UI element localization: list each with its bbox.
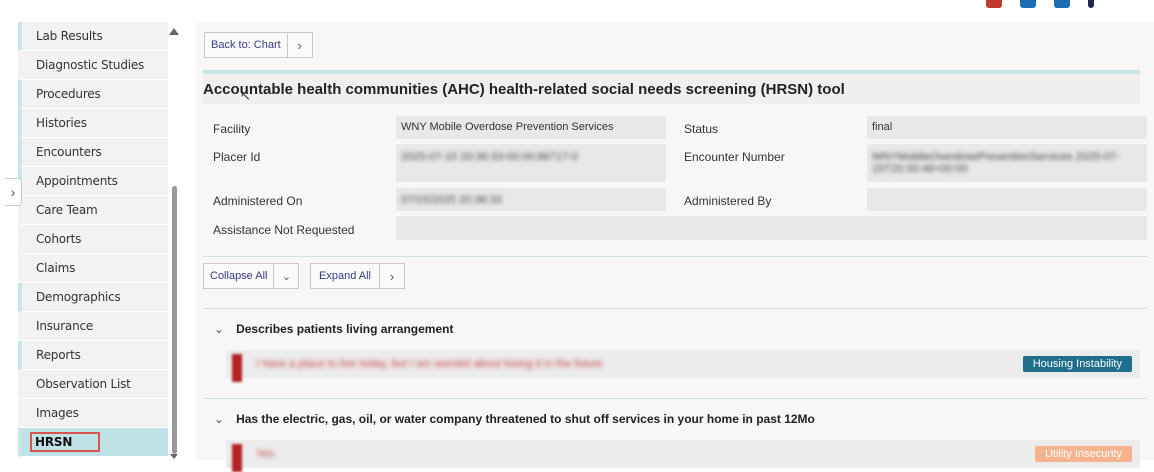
sidebar-item-claims[interactable]: Claims bbox=[18, 254, 168, 283]
housing-instability-badge: Housing Instability bbox=[1022, 356, 1132, 372]
sidebar-item-diagnostic-studies[interactable]: Diagnostic Studies bbox=[18, 51, 168, 80]
answer-text: I have a place to live today, but I am w… bbox=[256, 358, 603, 370]
expand-all-label: Expand All bbox=[311, 264, 380, 288]
answer-row: I have a place to live today, but I am w… bbox=[226, 350, 1140, 382]
sidebar-toggle-button[interactable]: › bbox=[5, 178, 22, 206]
sidebar-item-images[interactable]: Images bbox=[18, 399, 168, 428]
sidebar-item-reports[interactable]: Reports bbox=[18, 341, 168, 370]
sidebar-item-histories[interactable]: Histories bbox=[18, 109, 168, 138]
sidebar-scrollbar-thumb[interactable] bbox=[172, 186, 177, 454]
sidebar-item-label: Observation List bbox=[36, 377, 131, 391]
encounter-number-text: WNYMobileOverdosePreventionServices 2025… bbox=[872, 151, 1120, 175]
app-icon-3[interactable] bbox=[1054, 0, 1070, 8]
chevron-down-icon: ⌄ bbox=[214, 322, 225, 336]
divider bbox=[203, 398, 1147, 399]
sidebar-item-insurance[interactable]: Insurance bbox=[18, 312, 168, 341]
app-icon-2[interactable] bbox=[1020, 0, 1036, 8]
sidebar-item-care-team[interactable]: Care Team bbox=[18, 196, 168, 225]
app-icon-1[interactable] bbox=[986, 0, 1002, 8]
sidebar-item-lab-results[interactable]: Lab Results bbox=[18, 22, 168, 51]
facility-value: WNY Mobile Overdose Prevention Services bbox=[396, 116, 666, 139]
sidebar-item-label: Lab Results bbox=[36, 29, 103, 43]
main-panel: Back to: Chart › Accountable health comm… bbox=[196, 22, 1154, 472]
sidebar-item-demographics[interactable]: Demographics bbox=[18, 283, 168, 312]
mouse-cursor-icon: ↖ bbox=[240, 88, 251, 103]
sidebar-item-label: Insurance bbox=[36, 319, 94, 333]
sidebar-item-label: Procedures bbox=[36, 87, 101, 101]
page-title-text: Accountable health communities (AHC) hea… bbox=[203, 80, 845, 98]
back-button-label: Back to: Chart bbox=[205, 33, 288, 57]
sidebar-item-label: Histories bbox=[36, 116, 87, 130]
sidebar-item-hrsn[interactable]: HRSN bbox=[18, 428, 168, 457]
sidebar-item-label: HRSN bbox=[30, 432, 101, 452]
assistance-not-requested-label: Assistance Not Requested bbox=[213, 223, 355, 237]
divider bbox=[203, 308, 1147, 309]
divider bbox=[203, 256, 1147, 257]
sidebar-item-label: Images bbox=[36, 406, 79, 420]
answer-row: Yes Utility Insecurity bbox=[226, 440, 1140, 472]
sidebar-item-encounters[interactable]: Encounters bbox=[18, 138, 168, 167]
encounter-number-value: WNYMobileOverdosePreventionServices 2025… bbox=[867, 144, 1147, 182]
chevron-right-icon: › bbox=[297, 37, 302, 53]
chevron-down-icon: ⌄ bbox=[214, 412, 225, 426]
question-header[interactable]: ⌄ Has the electric, gas, oil, or water c… bbox=[214, 412, 815, 426]
question-title: Describes patients living arrangement bbox=[236, 322, 454, 336]
back-to-chart-button[interactable]: Back to: Chart › bbox=[204, 32, 313, 58]
assistance-not-requested-value bbox=[396, 216, 1147, 240]
answer-text: Yes bbox=[256, 448, 274, 460]
sidebar-item-label: Encounters bbox=[36, 145, 102, 159]
answer-marker bbox=[232, 354, 242, 382]
placer-id-text: 2025-07-15 20:36:33-00:00:86717-0 bbox=[401, 151, 578, 163]
sidebar-item-label: Care Team bbox=[36, 203, 98, 217]
administered-on-text: 07/15/2025 20:36:33 bbox=[401, 194, 502, 206]
collapse-all-label: Collapse All bbox=[204, 264, 275, 288]
administered-on-label: Administered On bbox=[213, 194, 303, 208]
encounter-number-label: Encounter Number bbox=[684, 150, 785, 164]
administered-by-label: Administered By bbox=[684, 194, 772, 208]
placer-id-value: 2025-07-15 20:36:33-00:00:86717-0 bbox=[396, 144, 666, 182]
status-value: final bbox=[867, 116, 1147, 139]
header-icons bbox=[986, 0, 1094, 10]
status-label: Status bbox=[684, 122, 719, 136]
question-title: Has the electric, gas, oil, or water com… bbox=[236, 412, 815, 426]
chevron-down-icon: ⌄ bbox=[281, 270, 292, 283]
administered-on-value: 07/15/2025 20:36:33 bbox=[396, 188, 666, 211]
sidebar-item-label: Claims bbox=[36, 261, 76, 275]
sidebar-item-label: Appointments bbox=[36, 174, 118, 188]
sidebar-item-appointments[interactable]: Appointments bbox=[18, 167, 168, 196]
answer-marker bbox=[232, 444, 242, 472]
sidebar-item-cohorts[interactable]: Cohorts bbox=[18, 225, 168, 254]
chevron-right-icon: › bbox=[389, 268, 395, 284]
sidebar-nav: Lab Results Diagnostic Studies Procedures H… bbox=[18, 22, 168, 460]
scroll-up-icon[interactable] bbox=[169, 28, 179, 35]
user-icon[interactable] bbox=[1088, 0, 1094, 8]
sidebar-item-label: Demographics bbox=[36, 290, 121, 304]
question-header[interactable]: ⌄ Describes patients living arrangement bbox=[214, 322, 453, 336]
sidebar-item-observation-list[interactable]: Observation List bbox=[18, 370, 168, 399]
administered-by-value bbox=[867, 188, 1147, 211]
chevron-right-icon: › bbox=[10, 184, 16, 200]
collapse-all-button[interactable]: Collapse All ⌄ bbox=[203, 263, 300, 289]
sidebar-item-label: Cohorts bbox=[36, 232, 82, 246]
facility-label: Facility bbox=[213, 122, 251, 136]
page-title: Accountable health communities (AHC) hea… bbox=[203, 70, 1140, 104]
sidebar-item-procedures[interactable]: Procedures bbox=[18, 80, 168, 109]
placer-id-label: Placer Id bbox=[213, 150, 261, 164]
sidebar-item-label: Diagnostic Studies bbox=[36, 58, 145, 72]
expand-all-button[interactable]: Expand All › bbox=[310, 263, 405, 289]
sidebar-item-label: Reports bbox=[36, 348, 81, 362]
scroll-down-icon[interactable] bbox=[170, 454, 178, 459]
